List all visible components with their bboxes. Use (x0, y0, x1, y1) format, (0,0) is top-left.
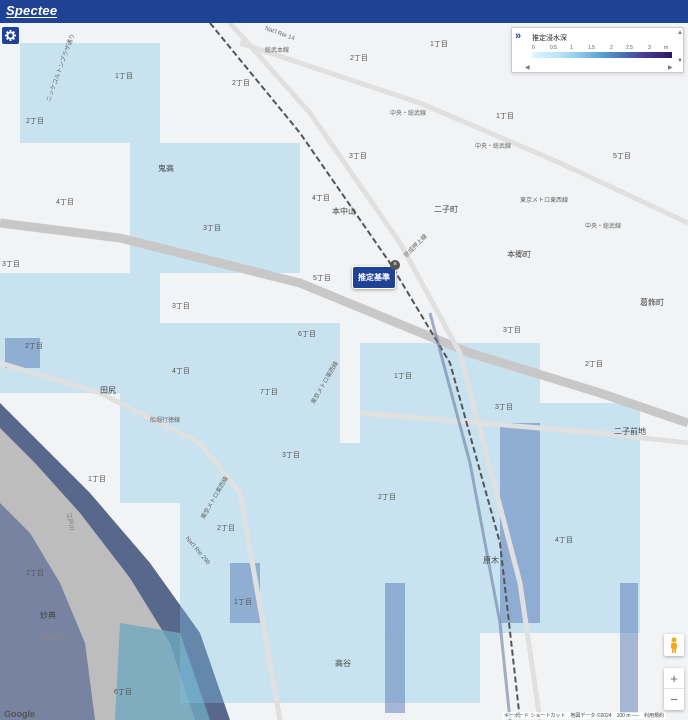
area-label: 3丁目 (2, 261, 20, 268)
area-label: 2丁目 (350, 55, 368, 62)
chuo-sobu-label: 中央・総武線 (390, 111, 427, 117)
chuo-sobu-label-2: 中央・総武線 (475, 144, 512, 150)
map-attribution[interactable]: キーボード ショートカット 地図データ ©2024 100 m ── 利用規約 (502, 712, 666, 719)
area-label: 4丁目 (555, 537, 573, 544)
area-label: 1丁目 (394, 373, 412, 380)
haraki-label: 原木 (483, 556, 499, 565)
pegman-icon (671, 637, 677, 653)
gear-icon (5, 30, 16, 41)
area-label: 2丁目 (26, 118, 44, 125)
zoom-out-button[interactable]: − (664, 689, 684, 710)
area-label: 3丁目 (203, 225, 221, 232)
brand-logo[interactable]: Spectee (6, 4, 58, 18)
area-label: 1丁目 (496, 113, 514, 120)
chuo-sobu-label-3: 中央・総武線 (585, 224, 622, 230)
funabori-label: 船堀行徳線 (150, 418, 181, 424)
google-logo: Google (4, 709, 35, 719)
triangle-up-icon[interactable]: ▲ (677, 30, 683, 36)
marker-label: 推定基準 (358, 273, 390, 282)
area-label: 6丁目 (298, 331, 316, 338)
area-label: 2丁目 (217, 525, 235, 532)
area-label: 5丁目 (613, 153, 631, 160)
futamata-label: 二子前地 (614, 427, 646, 436)
legend-title: 推定浸水深 (532, 35, 567, 42)
legend-color-bar (532, 52, 672, 58)
area-label: 3丁目 (349, 153, 367, 160)
legend-tick: 0 (532, 45, 535, 51)
legend-tick: 1.5 (588, 45, 595, 51)
close-icon[interactable]: × (390, 260, 400, 270)
myoten-park-label: 妙典公園 (38, 635, 66, 642)
area-label: 4丁目 (312, 195, 330, 202)
legend-tick: 0.5 (550, 45, 557, 51)
double-chevron-right-icon[interactable]: » (515, 31, 526, 42)
legend-tick: 3 (648, 45, 651, 51)
flood-depth-legend: » 推定浸水深 0 0.5 1 1.5 2 2.5 3 m ◀ ▶ ▲ ▼ (511, 27, 684, 73)
triangle-down-icon[interactable]: ▼ (677, 58, 683, 64)
area-label: 1丁目 (234, 599, 252, 606)
area-label: 6丁目 (114, 689, 132, 696)
map-base (0, 23, 688, 720)
katsushika-label: 葛飾町 (640, 298, 664, 307)
triangle-right-icon[interactable]: ▶ (668, 64, 673, 71)
area-label: 3丁目 (282, 452, 300, 459)
area-label: 1丁目 (88, 476, 106, 483)
legend-tick: m (664, 45, 669, 51)
zoom-control: + − (664, 668, 684, 710)
area-label: 2丁目 (585, 361, 603, 368)
motonakayama-label: 本中山 (332, 207, 356, 216)
tozai-label: 東京メトロ東西線 (520, 198, 569, 204)
area-label: 4丁目 (56, 199, 74, 206)
area-label: 4丁目 (172, 368, 190, 375)
legend-tick: 1 (570, 45, 573, 51)
legend-tick: 2.5 (626, 45, 633, 51)
reference-point-marker[interactable]: 推定基準 (352, 266, 396, 289)
top-bar: Spectee (0, 0, 688, 23)
area-label: 2丁目 (26, 570, 44, 577)
futagocho-label: 二子町 (434, 205, 458, 214)
area-label: 5丁目 (313, 275, 331, 282)
area-label: 2丁目 (232, 80, 250, 87)
triangle-left-icon[interactable]: ◀ (525, 64, 530, 71)
settings-button[interactable] (2, 27, 19, 44)
area-label: 1丁目 (430, 41, 448, 48)
area-label: 3丁目 (172, 303, 190, 310)
area-label: 3丁目 (495, 404, 513, 411)
legend-tick: 2 (610, 45, 613, 51)
street-view-button[interactable] (664, 634, 684, 656)
takaya-label: 高谷 (335, 659, 351, 668)
tajiri-label: 田尻 (100, 386, 116, 395)
area-label: 2丁目 (25, 343, 43, 350)
hongocho-label: 本郷町 (507, 250, 531, 259)
area-label: 2丁目 (378, 494, 396, 501)
onigoe-label: 鬼高 (158, 164, 174, 173)
area-label: 3丁目 (503, 327, 521, 334)
myoten-label: 妙典 (40, 611, 56, 620)
sobu-line-label: 総武本線 (265, 48, 290, 54)
area-label: 7丁目 (260, 389, 278, 396)
zoom-in-button[interactable]: + (664, 668, 684, 689)
area-label: 1丁目 (115, 73, 133, 80)
map-canvas[interactable]: Nat'l Rte 14 総武本線 中央・総武線 中央・総武線 東京メトロ東西線… (0, 23, 688, 720)
